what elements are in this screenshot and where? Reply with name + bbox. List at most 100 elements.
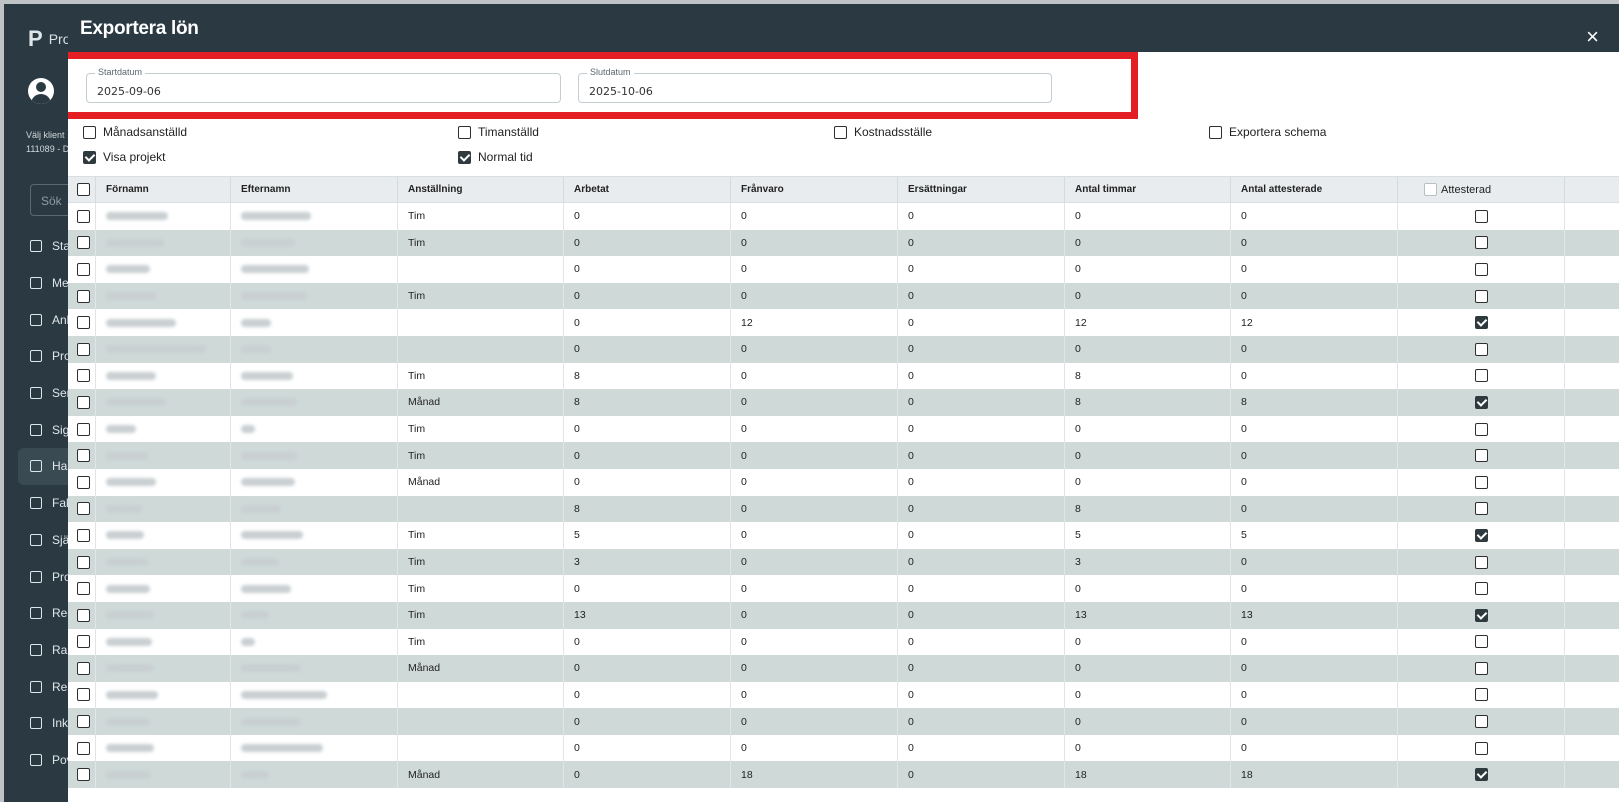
cell-arbetat: 0: [564, 282, 731, 310]
attested-checkbox[interactable]: [1474, 236, 1488, 250]
attested-checkbox[interactable]: [1474, 262, 1488, 276]
col-anstallning[interactable]: Anställning: [398, 177, 564, 202]
row-checkbox[interactable]: [77, 661, 90, 675]
table-row[interactable]: Tim 0 0 0 0 0: [68, 282, 1619, 310]
table-row[interactable]: Tim 0 0 0 0 0: [68, 442, 1619, 469]
table-row[interactable]: 00000: [68, 681, 1619, 709]
table-row[interactable]: Tim 0 0 0 0 0: [68, 203, 1619, 230]
col-antal-attesterade[interactable]: Antal attesterade: [1231, 177, 1398, 202]
col-efternamn[interactable]: Efternamn: [231, 177, 398, 202]
table-row[interactable]: 80080: [68, 495, 1619, 523]
option-timanstalld[interactable]: Timanställd: [458, 125, 539, 139]
row-checkbox[interactable]: [77, 635, 90, 649]
table-row[interactable]: 00000: [68, 335, 1619, 363]
cell-efternamn-redacted: [231, 335, 398, 363]
attested-checkbox[interactable]: [1474, 422, 1488, 436]
end-date-input[interactable]: [579, 74, 1051, 102]
start-date-field[interactable]: Startdatum: [86, 67, 561, 103]
attested-checkbox[interactable]: [1474, 342, 1488, 356]
row-checkbox[interactable]: [77, 342, 90, 356]
option-manadsanstalld[interactable]: Månadsanställd: [83, 125, 187, 139]
row-checkbox[interactable]: [77, 688, 90, 702]
col-fornamn[interactable]: Förnamn: [96, 177, 231, 202]
option-exportera-schema[interactable]: Exportera schema: [1209, 125, 1326, 139]
row-checkbox[interactable]: [77, 502, 90, 516]
attest-all-checkbox[interactable]: [1424, 183, 1437, 196]
checkbox-checked[interactable]: [83, 150, 96, 164]
table-row[interactable]: 00000: [68, 256, 1619, 283]
option-kostnadsstalle[interactable]: Kostnadsställe: [834, 125, 932, 139]
col-franvaro[interactable]: Frånvaro: [731, 177, 898, 202]
app-logo: P Proj: [28, 26, 74, 52]
table-row[interactable]: Tim 0 0 0 0 0: [68, 628, 1619, 656]
table-row[interactable]: Tim 5 0 0 5 5: [68, 522, 1619, 549]
row-checkbox[interactable]: [77, 768, 90, 782]
table-row[interactable]: Tim 8 0 0 8 0: [68, 362, 1619, 390]
checkbox-checked[interactable]: [458, 150, 471, 164]
attested-checkbox[interactable]: [1474, 369, 1488, 383]
row-checkbox[interactable]: [77, 209, 90, 223]
col-arbetat[interactable]: Arbetat: [564, 177, 731, 202]
row-checkbox[interactable]: [77, 741, 90, 755]
row-checkbox[interactable]: [77, 422, 90, 436]
avatar[interactable]: [28, 78, 54, 104]
attested-checkbox[interactable]: [1474, 688, 1488, 702]
table-row[interactable]: Månad 0 0 0 0 0: [68, 468, 1619, 496]
end-date-field[interactable]: Slutdatum: [578, 67, 1052, 103]
table-row[interactable]: Månad 8 0 0 8 8: [68, 389, 1619, 416]
table-row[interactable]: Tim 3 0 0 3 0: [68, 548, 1619, 576]
checkbox[interactable]: [458, 125, 471, 139]
table-row[interactable]: Tim 0 0 0 0 0: [68, 229, 1619, 257]
col-ersattningar[interactable]: Ersättningar: [898, 177, 1065, 202]
attested-checkbox[interactable]: [1474, 209, 1488, 223]
row-checkbox[interactable]: [77, 555, 90, 569]
row-checkbox[interactable]: [77, 528, 90, 542]
cell-antal-attesterade: 0: [1231, 575, 1398, 602]
checkbox[interactable]: [834, 125, 847, 139]
attested-checkbox-checked[interactable]: [1474, 395, 1488, 409]
attested-checkbox[interactable]: [1474, 582, 1488, 596]
attested-checkbox-checked[interactable]: [1474, 768, 1488, 782]
col-antal-timmar[interactable]: Antal timmar: [1065, 177, 1231, 202]
table-row[interactable]: Tim 0 0 0 0 0: [68, 415, 1619, 443]
attested-checkbox[interactable]: [1474, 449, 1488, 463]
attested-checkbox-checked[interactable]: [1474, 528, 1488, 542]
start-date-input[interactable]: [87, 74, 560, 102]
attested-checkbox[interactable]: [1474, 715, 1488, 729]
row-checkbox[interactable]: [77, 236, 90, 250]
row-checkbox[interactable]: [77, 369, 90, 383]
table-row[interactable]: 00000: [68, 734, 1619, 762]
row-checkbox[interactable]: [77, 395, 90, 409]
checkbox[interactable]: [83, 125, 96, 139]
attested-checkbox[interactable]: [1474, 289, 1488, 303]
attested-checkbox[interactable]: [1474, 502, 1488, 516]
select-all-checkbox[interactable]: [77, 183, 90, 196]
attested-checkbox[interactable]: [1474, 661, 1488, 675]
row-checkbox[interactable]: [77, 316, 90, 330]
row-checkbox[interactable]: [77, 608, 90, 622]
table-row[interactable]: Tim 0 0 0 0 0: [68, 575, 1619, 602]
row-checkbox[interactable]: [77, 262, 90, 276]
close-icon[interactable]: ×: [1586, 26, 1599, 48]
attested-checkbox[interactable]: [1474, 475, 1488, 489]
attested-checkbox[interactable]: [1474, 635, 1488, 649]
option-normal-tid[interactable]: Normal tid: [458, 150, 533, 164]
table-row[interactable]: 0 12 0 12 12: [68, 309, 1619, 336]
client-selector[interactable]: Välj klient 111089 - D: [26, 128, 69, 156]
option-visa-projekt[interactable]: Visa projekt: [83, 150, 165, 164]
row-checkbox[interactable]: [77, 289, 90, 303]
table-row[interactable]: 00000: [68, 708, 1619, 735]
row-checkbox[interactable]: [77, 715, 90, 729]
row-checkbox[interactable]: [77, 582, 90, 596]
checkbox[interactable]: [1209, 125, 1222, 139]
row-checkbox[interactable]: [77, 449, 90, 463]
table-row[interactable]: Månad 0 0 0 0 0: [68, 655, 1619, 682]
attested-checkbox[interactable]: [1474, 741, 1488, 755]
attested-checkbox[interactable]: [1474, 555, 1488, 569]
attested-checkbox-checked[interactable]: [1474, 316, 1488, 330]
table-row[interactable]: Tim 13 0 0 13 13: [68, 601, 1619, 629]
attested-checkbox-checked[interactable]: [1474, 608, 1488, 622]
table-row[interactable]: Månad 0 18 0 18 18: [68, 761, 1619, 789]
row-checkbox[interactable]: [77, 475, 90, 489]
col-attesterad[interactable]: Attesterad: [1398, 177, 1565, 202]
